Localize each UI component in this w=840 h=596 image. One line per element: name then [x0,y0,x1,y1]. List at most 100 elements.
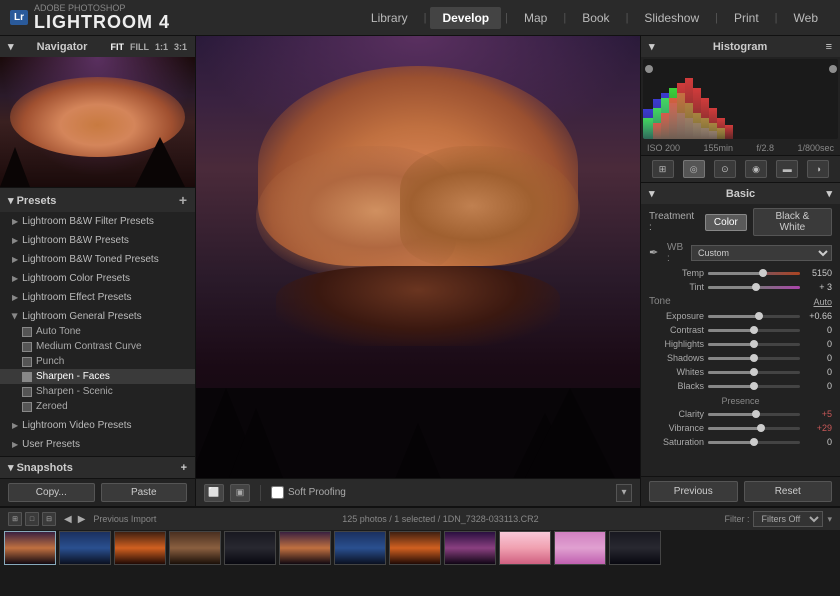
nav-1-1[interactable]: 1:1 [155,42,168,52]
shadows-thumb[interactable] [750,354,758,362]
develop-tool[interactable]: ◎ [683,160,705,178]
histogram-menu-icon[interactable]: ≡ [826,41,832,53]
temp-thumb[interactable] [759,269,767,277]
film-thumb-6[interactable] [279,531,331,565]
trees-silhouette [196,388,640,478]
crop-tool[interactable]: ⊞ [652,160,674,178]
film-thumb-2[interactable] [59,531,111,565]
treatment-row: Treatment : Color Black & White [641,204,840,240]
tab-slideshow[interactable]: Slideshow [632,7,711,29]
tab-library[interactable]: Library [359,7,420,29]
film-thumb-11[interactable] [554,531,606,565]
preset-auto-tone[interactable]: Auto Tone [0,324,195,339]
exposure-thumb[interactable] [755,312,763,320]
tab-map[interactable]: Map [512,7,559,29]
preset-zeroed[interactable]: Zeroed [0,399,195,414]
preset-group-bw-toned-item[interactable]: ▶ Lightroom B&W Toned Presets [0,252,195,267]
tint-slider[interactable] [708,286,800,289]
preset-group-bw-filter-item[interactable]: ▶ Lightroom B&W Filter Presets [0,214,195,229]
preset-sharpen-faces[interactable]: Sharpen - Faces [0,369,195,384]
loupe-view-icon[interactable]: □ [25,512,39,526]
survey-view-icon[interactable]: ⊟ [42,512,56,526]
blacks-slider[interactable] [708,385,800,388]
preset-group-user-item[interactable]: ▶ User Presets [0,437,195,452]
film-thumb-4[interactable] [169,531,221,565]
tab-develop[interactable]: Develop [430,7,501,29]
navigator-thumbnail[interactable] [0,57,195,187]
preset-punch[interactable]: Punch [0,354,195,369]
reset-button[interactable]: Reset [744,481,833,502]
presets-header[interactable]: ▾ Presets + [0,188,195,212]
shadows-slider[interactable] [708,357,800,360]
clarity-thumb[interactable] [752,410,760,418]
preset-sharpen-scenic[interactable]: Sharpen - Scenic [0,384,195,399]
nav-fill[interactable]: FILL [130,42,149,52]
toolbar-expand-button[interactable]: ▾ [616,484,632,502]
snapshots-header[interactable]: ▾ Snapshots + [0,457,195,478]
spot-removal-tool[interactable]: ⊙ [714,160,736,178]
blacks-thumb[interactable] [750,382,758,390]
basic-menu-icon[interactable]: ▾ [826,187,832,200]
film-thumb-9[interactable] [444,531,496,565]
copy-button[interactable]: Copy... [8,483,95,502]
whites-slider[interactable] [708,371,800,374]
bw-button[interactable]: Black & White [753,208,832,236]
saturation-thumb[interactable] [750,438,758,446]
preset-medium-contrast[interactable]: Medium Contrast Curve [0,339,195,354]
tab-web[interactable]: Web [782,7,830,29]
wb-select[interactable]: Custom As Shot Auto Daylight Cloudy [691,245,832,261]
loupe-icon[interactable]: ⬜ [204,484,224,502]
film-thumb-8[interactable] [389,531,441,565]
preset-group-color-item[interactable]: ▶ Lightroom Color Presets [0,271,195,286]
preset-group-effect-item[interactable]: ▶ Lightroom Effect Presets [0,290,195,305]
basic-panel-header[interactable]: ▾ Basic ▾ [641,183,840,204]
highlights-thumb[interactable] [750,340,758,348]
auto-button[interactable]: Auto [813,297,832,307]
film-thumb-12[interactable] [609,531,661,565]
vibrance-thumb[interactable] [757,424,765,432]
filmstrip-next-button[interactable]: ▶ [76,514,88,525]
tab-print[interactable]: Print [722,7,771,29]
tab-book[interactable]: Book [570,7,621,29]
exposure-slider[interactable] [708,315,800,318]
app-title-group: ADOBE PHOTOSHOP LIGHTROOM 4 [34,4,170,31]
nav-fit[interactable]: FIT [110,42,124,52]
filter-dropdown-arrow[interactable]: ▾ [827,514,832,525]
film-thumb-1[interactable] [4,531,56,565]
preset-group-video-item[interactable]: ▶ Lightroom Video Presets [0,418,195,433]
saturation-slider[interactable] [708,441,800,444]
previous-button[interactable]: Previous [649,481,738,502]
temp-slider[interactable] [708,272,800,275]
paste-button[interactable]: Paste [101,483,188,502]
filmstrip-prev-button[interactable]: ◀ [62,514,74,525]
grid-view-icon[interactable]: ⊞ [8,512,22,526]
film-thumb-5[interactable] [224,531,276,565]
presets-add-button[interactable]: + [179,192,187,208]
radial-filter-tool[interactable]: ◑ [807,160,829,178]
tint-thumb[interactable] [752,283,760,291]
preset-group-bw-item[interactable]: ▶ Lightroom B&W Presets [0,233,195,248]
previous-import-label[interactable]: Previous Import [93,514,156,524]
navigator-header[interactable]: ▾ Navigator FIT FILL 1:1 3:1 [0,36,195,57]
soft-proofing-checkbox[interactable] [271,486,284,499]
compare-icon[interactable]: ▣ [230,484,250,502]
snapshots-add-button[interactable]: + [181,462,187,474]
highlights-slider[interactable] [708,343,800,346]
main-image-area[interactable] [196,36,640,478]
film-thumb-3[interactable] [114,531,166,565]
histogram-header[interactable]: ▾ Histogram ≡ [641,36,840,57]
eyedropper-tool[interactable]: ✒ [649,246,663,260]
red-eye-tool[interactable]: ◉ [745,160,767,178]
film-thumb-7[interactable] [334,531,386,565]
vibrance-slider[interactable] [708,427,800,430]
color-button[interactable]: Color [705,214,747,231]
preset-group-general-item[interactable]: ▶ Lightroom General Presets [0,309,195,324]
filter-select[interactable]: Filters Off Flagged Unflagged Rejected [753,511,823,527]
whites-thumb[interactable] [750,368,758,376]
graduated-filter-tool[interactable]: ▬ [776,160,798,178]
nav-3-1[interactable]: 3:1 [174,42,187,52]
clarity-slider[interactable] [708,413,800,416]
contrast-thumb[interactable] [750,326,758,334]
contrast-slider[interactable] [708,329,800,332]
film-thumb-10[interactable] [499,531,551,565]
